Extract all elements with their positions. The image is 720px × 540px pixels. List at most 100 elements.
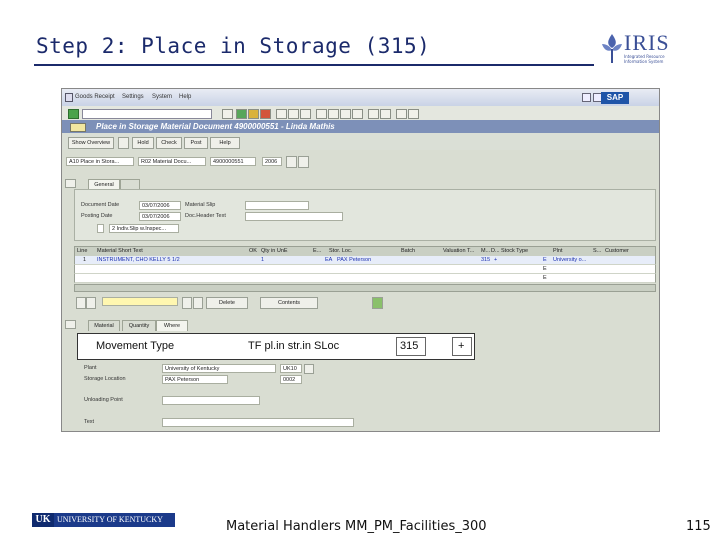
row-d[interactable]: + (494, 257, 497, 263)
menu-settings[interactable]: Settings (122, 94, 144, 100)
contents-button[interactable]: Contents (260, 297, 318, 309)
title-rule (34, 64, 594, 66)
cancel-icon[interactable] (260, 109, 271, 119)
table-row[interactable]: 1 INSTRUMENT, CHO KELLY 5 1/2 1 EA PAX P… (74, 256, 656, 265)
iris-logo: IRIS Integrated Resource Information Sys… (598, 28, 670, 70)
menu-icon[interactable] (65, 93, 73, 102)
shortcut-icon[interactable] (380, 109, 391, 119)
tab-where[interactable]: Where (156, 320, 188, 331)
hold-button[interactable]: Hold (132, 137, 154, 149)
enter-icon[interactable] (68, 109, 79, 119)
doc-number-field[interactable]: 4900000551 (210, 157, 256, 166)
menu-bar: Goods Receipt Settings System Help SAP (62, 89, 659, 106)
layout-icon[interactable] (408, 109, 419, 119)
next-page-icon[interactable] (340, 109, 351, 119)
storage-location-field[interactable]: PAX Peterson (162, 375, 228, 384)
year-field[interactable]: 2006 (262, 157, 282, 166)
new-document-icon[interactable] (118, 137, 129, 149)
post-button[interactable]: Post (184, 137, 208, 149)
col-batch: Batch (401, 248, 416, 254)
storage-location-label: Storage Location (84, 376, 126, 382)
execute-icon[interactable] (286, 156, 297, 168)
new-session-icon[interactable] (368, 109, 379, 119)
row-material[interactable]: INSTRUMENT, CHO KELLY 5 1/2 (97, 257, 180, 263)
command-field[interactable] (82, 109, 212, 119)
find-next-icon[interactable] (300, 109, 311, 119)
minimize-icon[interactable] (582, 93, 591, 102)
storage-location-code-field[interactable]: 0002 (280, 375, 302, 384)
row-unit[interactable]: EA (325, 257, 332, 263)
print-checkbox[interactable] (97, 224, 104, 233)
row-sloc[interactable]: PAX Peterson (337, 257, 371, 263)
print-option-select[interactable]: 2 Indiv.Slip w.Inspec... (109, 224, 179, 233)
plant-field[interactable]: University of Kentucky (162, 364, 276, 373)
posting-date-field[interactable]: 03/07/2006 (139, 212, 181, 221)
movement-type-code-field[interactable]: 315 (396, 337, 426, 356)
delete-row-icon[interactable] (86, 297, 96, 309)
plant-lookup-icon[interactable] (304, 364, 314, 374)
col-e: E... (313, 248, 322, 254)
plant-label: Plant (84, 365, 97, 371)
collapse-detail-icon[interactable] (65, 320, 76, 329)
material-slip-label: Material Slip (185, 202, 216, 208)
table-row[interactable]: E (74, 265, 656, 274)
find-next-item-icon[interactable] (193, 297, 203, 309)
first-page-icon[interactable] (316, 109, 327, 119)
help-icon[interactable] (396, 109, 407, 119)
command-bar (62, 106, 659, 121)
detail-icon[interactable] (372, 297, 383, 309)
doc-header-text-field[interactable] (245, 212, 343, 221)
col-ok: OK (249, 248, 257, 254)
uk-logo-text: UNIVERSITY OF KENTUCKY (57, 515, 163, 524)
row-stock-type[interactable]: E (543, 257, 547, 263)
tab-material[interactable]: Material (88, 320, 120, 331)
window-title: Place in Storage Material Document 49000… (96, 122, 335, 131)
col-stock-type: Stock Type (501, 248, 529, 254)
last-page-icon[interactable] (352, 109, 363, 119)
uk-logo: UK UNIVERSITY OF KENTUCKY (32, 513, 175, 527)
collapse-header-icon[interactable] (65, 179, 76, 188)
check-button[interactable]: Check (156, 137, 182, 149)
menu-system[interactable]: System (152, 94, 172, 100)
menu-help[interactable]: Help (179, 94, 191, 100)
row-line: 1 (83, 257, 87, 263)
print-doc-icon[interactable] (298, 156, 309, 168)
action-select[interactable]: A10 Place in Stora... (66, 157, 134, 166)
grid-scrollbar[interactable] (74, 284, 656, 292)
reference-select[interactable]: R02 Material Docu... (138, 157, 206, 166)
unloading-point-label: Unloading Point (84, 397, 123, 403)
movement-type-text: TF pl.in str.in SLoc (248, 340, 340, 352)
delete-button[interactable]: Delete (206, 297, 248, 309)
back-icon[interactable] (236, 109, 247, 119)
insert-row-icon[interactable] (76, 297, 86, 309)
print-icon[interactable] (276, 109, 287, 119)
show-overview-button[interactable]: Show Overview (68, 137, 114, 149)
row-qty[interactable]: 1 (261, 257, 264, 263)
tab-quantity[interactable]: Quantity (122, 320, 156, 331)
doc-header-text-label: Doc.Header Text (185, 213, 226, 219)
col-plant: Plnt (553, 248, 563, 254)
movement-type-sign-field[interactable]: + (452, 337, 472, 356)
save-icon[interactable] (222, 109, 233, 119)
iris-logo-word: IRIS (624, 30, 670, 55)
menu-goods-receipt[interactable]: Goods Receipt (75, 94, 115, 100)
document-date-field[interactable]: 03/07/2006 (139, 201, 181, 210)
item-search-field[interactable] (102, 297, 178, 306)
previous-page-icon[interactable] (328, 109, 339, 119)
col-d: D... (491, 248, 500, 254)
help-button[interactable]: Help (210, 137, 240, 149)
unloading-point-field[interactable] (162, 396, 260, 405)
row-mvt[interactable]: 315 (481, 257, 490, 263)
material-slip-field[interactable] (245, 201, 309, 210)
col-valuation: Valuation T... (443, 248, 475, 254)
plant-code-field[interactable]: UK10 (280, 364, 302, 373)
text-field[interactable] (162, 418, 354, 427)
table-row[interactable]: E (74, 274, 656, 283)
row-plant[interactable]: University o... (553, 257, 586, 263)
page-number: 115 (686, 519, 711, 534)
row-stock-type[interactable]: E (543, 275, 547, 281)
exit-icon[interactable] (248, 109, 259, 119)
find-icon[interactable] (288, 109, 299, 119)
find-item-icon[interactable] (182, 297, 192, 309)
row-stock-type[interactable]: E (543, 266, 547, 272)
